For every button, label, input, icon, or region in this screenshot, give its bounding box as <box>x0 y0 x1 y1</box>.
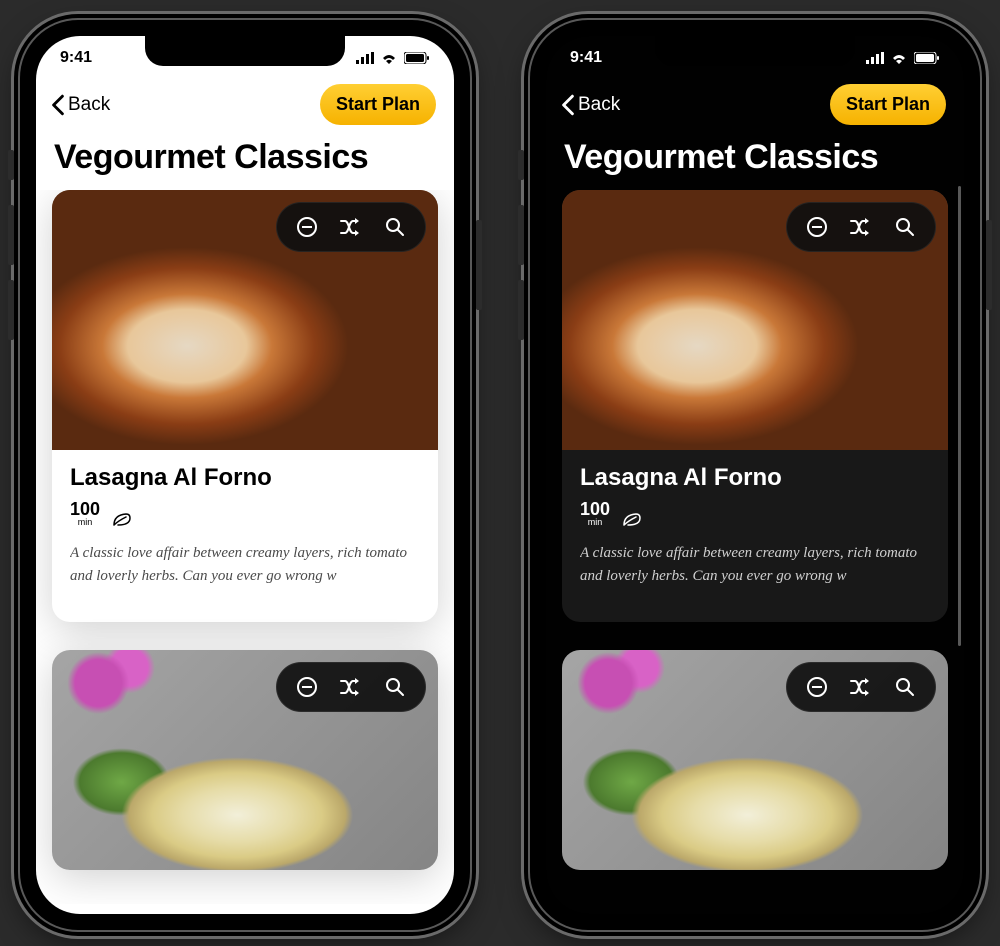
shuffle-button[interactable] <box>839 209 883 245</box>
screen-light: 9:41 Back Start Plan Vegourmet Classics <box>36 36 454 914</box>
battery-icon <box>404 52 430 64</box>
search-button[interactable] <box>883 669 927 705</box>
time-unit: min <box>580 518 610 527</box>
scroll-area[interactable]: Lasagna Al Forno 100 min A classic love … <box>36 190 454 904</box>
start-plan-button[interactable]: Start Plan <box>830 84 946 125</box>
scrollbar[interactable] <box>958 186 961 646</box>
wifi-icon <box>380 52 398 64</box>
screen-dark: 9:41 Back Start Plan Vegourmet Classics <box>546 36 964 914</box>
recipe-card[interactable]: Lasagna Al Forno 100 min A classic love … <box>52 190 438 622</box>
shuffle-button[interactable] <box>839 669 883 705</box>
status-time: 9:41 <box>570 49 602 67</box>
page-title: Vegourmet Classics <box>54 139 436 176</box>
side-button <box>518 280 524 340</box>
recipe-title: Lasagna Al Forno <box>580 464 930 492</box>
minus-circle-icon <box>295 215 319 239</box>
search-icon <box>893 675 917 699</box>
time-value: 100 <box>70 500 100 518</box>
recipe-image <box>562 650 948 870</box>
shuffle-button[interactable] <box>329 669 373 705</box>
page-title: Vegourmet Classics <box>564 139 946 176</box>
card-body: Lasagna Al Forno 100 min A classic love … <box>52 450 438 622</box>
time-value: 100 <box>580 500 610 518</box>
side-button <box>8 280 14 340</box>
minus-circle-icon <box>805 215 829 239</box>
remove-button[interactable] <box>795 209 839 245</box>
iphone-dark: 9:41 Back Start Plan Vegourmet Classics <box>530 20 980 930</box>
navbar: Back Start Plan <box>36 80 454 135</box>
search-button[interactable] <box>373 669 417 705</box>
status-time: 9:41 <box>60 49 92 67</box>
recipe-image <box>52 650 438 870</box>
cook-time: 100 min <box>70 500 100 527</box>
shuffle-icon <box>848 675 874 699</box>
search-button[interactable] <box>373 209 417 245</box>
back-button[interactable]: Back <box>560 94 620 116</box>
search-button[interactable] <box>883 209 927 245</box>
cellular-icon <box>866 52 884 64</box>
back-button[interactable]: Back <box>50 94 110 116</box>
recipe-description: A classic love affair between creamy lay… <box>70 542 420 587</box>
card-action-pill <box>276 662 426 712</box>
card-action-pill <box>276 202 426 252</box>
recipe-title: Lasagna Al Forno <box>70 464 420 492</box>
chevron-left-icon <box>50 94 66 116</box>
shuffle-icon <box>338 675 364 699</box>
recipe-card[interactable] <box>52 650 438 870</box>
notch <box>655 36 855 66</box>
side-button <box>518 150 524 180</box>
shuffle-button[interactable] <box>329 209 373 245</box>
leaf-icon <box>112 511 132 527</box>
wifi-icon <box>890 52 908 64</box>
recipe-description: A classic love affair between creamy lay… <box>580 542 930 587</box>
battery-icon <box>914 52 940 64</box>
side-button <box>986 220 992 310</box>
navbar: Back Start Plan <box>546 80 964 135</box>
card-action-pill <box>786 202 936 252</box>
side-button <box>8 205 14 265</box>
shuffle-icon <box>338 215 364 239</box>
remove-button[interactable] <box>285 669 329 705</box>
search-icon <box>383 215 407 239</box>
leaf-icon <box>622 511 642 527</box>
shuffle-icon <box>848 215 874 239</box>
status-indicators <box>356 52 430 64</box>
minus-circle-icon <box>805 675 829 699</box>
status-indicators <box>866 52 940 64</box>
search-icon <box>383 675 407 699</box>
search-icon <box>893 215 917 239</box>
cellular-icon <box>356 52 374 64</box>
card-action-pill <box>786 662 936 712</box>
back-label: Back <box>68 94 110 116</box>
cook-time: 100 min <box>580 500 610 527</box>
recipe-image <box>52 190 438 450</box>
recipe-card[interactable] <box>562 650 948 870</box>
recipe-image <box>562 190 948 450</box>
recipe-card[interactable]: Lasagna Al Forno 100 min A classic love … <box>562 190 948 622</box>
side-button <box>8 150 14 180</box>
chevron-left-icon <box>560 94 576 116</box>
back-label: Back <box>578 94 620 116</box>
minus-circle-icon <box>295 675 319 699</box>
start-plan-button[interactable]: Start Plan <box>320 84 436 125</box>
scroll-area[interactable]: Lasagna Al Forno 100 min A classic love … <box>546 190 964 904</box>
recipe-meta: 100 min <box>580 500 930 527</box>
notch <box>145 36 345 66</box>
iphone-light: 9:41 Back Start Plan Vegourmet Classics <box>20 20 470 930</box>
remove-button[interactable] <box>285 209 329 245</box>
side-button <box>476 220 482 310</box>
card-body: Lasagna Al Forno 100 min A classic love … <box>562 450 948 622</box>
time-unit: min <box>70 518 100 527</box>
remove-button[interactable] <box>795 669 839 705</box>
recipe-meta: 100 min <box>70 500 420 527</box>
side-button <box>518 205 524 265</box>
